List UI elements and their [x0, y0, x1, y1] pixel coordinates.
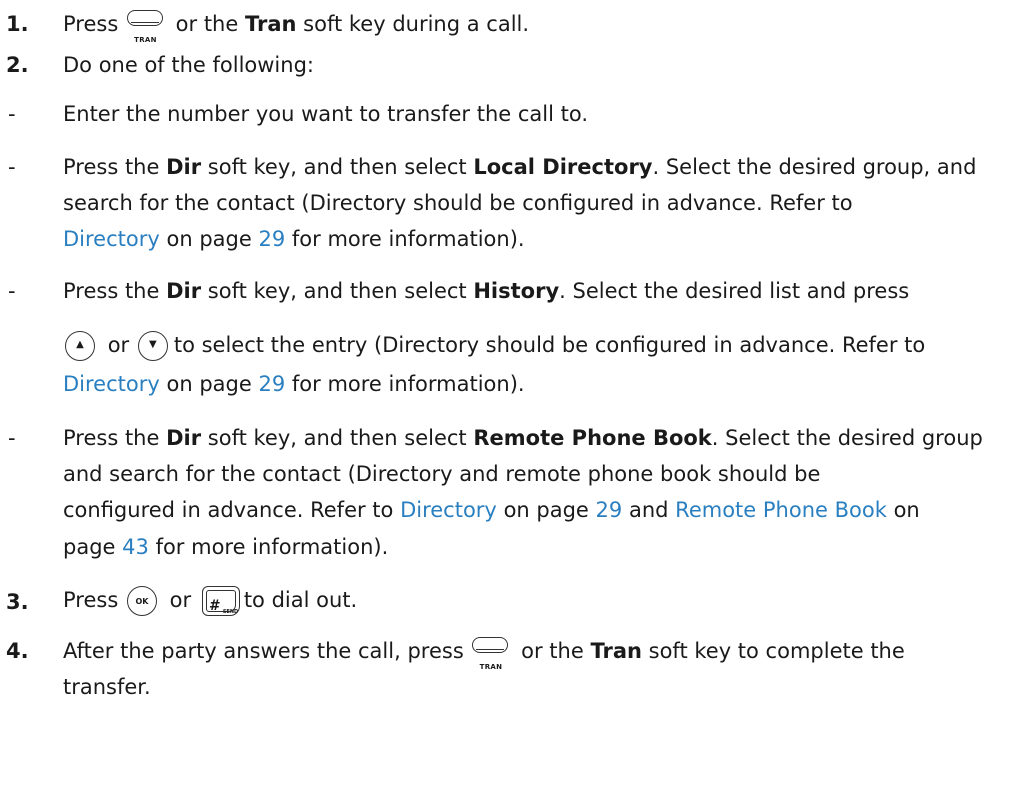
history-name: History [473, 279, 560, 303]
option-text: for more information). [291, 372, 525, 396]
dir-softkey-name: Dir [166, 155, 202, 179]
step-text: or [169, 588, 192, 612]
dir-softkey-name: Dir [166, 279, 202, 303]
tran-key-icon: TRAN [126, 10, 165, 44]
up-arrow-glyph: ▲ [76, 339, 84, 350]
option-text: and search for the contact (Directory an… [63, 462, 821, 486]
remote-phone-book-name: Remote Phone Book [473, 426, 712, 450]
directory-link[interactable]: Directory [63, 227, 160, 251]
option-text: configured in advance. Refer to [63, 498, 394, 522]
down-arrow-key-icon: ▼ [137, 331, 168, 361]
dir-softkey-name: Dir [166, 426, 202, 450]
remote-phone-book-link[interactable]: Remote Phone Book [675, 498, 887, 522]
option-text: . Select the desired group, and [652, 155, 977, 179]
page-29-link[interactable]: 29 [258, 227, 285, 251]
tran-key-label: TRAN [134, 36, 157, 44]
local-directory-name: Local Directory [473, 155, 653, 179]
directory-link[interactable]: Directory [400, 498, 497, 522]
option-text: . Select the desired list and press [559, 279, 910, 303]
bullet-dash: - [8, 155, 16, 179]
step-number: 2. [6, 53, 29, 77]
option-text: soft key, and then select [207, 279, 467, 303]
step-text: transfer. [63, 675, 151, 699]
bullet-dash: - [8, 102, 16, 126]
option-text: and [628, 498, 669, 522]
bullet-dash: - [8, 279, 16, 303]
option-text: soft key, and then select [207, 155, 467, 179]
option-text: Enter the number you want to transfer th… [63, 102, 588, 126]
option-3-line-2: ▲ or ▼ to select the entry (Directory sho… [63, 331, 925, 361]
option-text: to select the entry (Directory should be… [173, 333, 926, 357]
ok-key-icon: OK [126, 586, 157, 616]
option-text: or [107, 333, 130, 357]
directory-link[interactable]: Directory [63, 372, 160, 396]
option-text: search for the contact (Directory should… [63, 191, 853, 215]
option-text: Press the [63, 155, 160, 179]
option-text: soft key, and then select [207, 426, 467, 450]
step-number: 1. [6, 12, 29, 36]
step-text: or the [175, 12, 239, 36]
tran-key-label: TRAN [479, 663, 503, 671]
page-29-link[interactable]: 29 [258, 372, 285, 396]
hash-glyph: # [208, 598, 219, 614]
step-text: soft key to complete the [648, 639, 905, 663]
step-text: Do one of the following: [63, 53, 314, 77]
option-text: on page [503, 498, 589, 522]
tran-softkey-name: Tran [244, 12, 297, 36]
step-text: or the [521, 639, 584, 663]
tran-key-icon: TRAN [472, 637, 510, 671]
send-key-icon: # SEND [201, 586, 240, 616]
step-text: to dial out. [243, 588, 358, 612]
option-text: . Select the desired group [711, 426, 983, 450]
option-text: Press the [63, 426, 160, 450]
page-43-link[interactable]: 43 [122, 535, 149, 559]
page-29-link[interactable]: 29 [596, 498, 623, 522]
step-text: soft key during a call. [303, 12, 530, 36]
step-text: After the party answers the call, press [63, 639, 464, 663]
option-text: on page [166, 227, 252, 251]
step-text: Press [63, 588, 119, 612]
down-arrow-glyph: ▼ [149, 339, 157, 350]
option-text: page [63, 535, 116, 559]
option-text: Press the [63, 279, 160, 303]
option-text: on page [166, 372, 252, 396]
step-number: 4. [6, 639, 29, 663]
step-text: Press [63, 12, 119, 36]
option-text: for more information). [155, 535, 389, 559]
step-number: 3. [6, 590, 29, 614]
tran-softkey-name: Tran [590, 639, 642, 663]
ok-key-label: OK [135, 597, 149, 606]
send-key-label: SEND [222, 609, 239, 615]
bullet-dash: - [8, 426, 16, 450]
option-text: on [893, 498, 920, 522]
up-arrow-key-icon: ▲ [65, 331, 95, 361]
option-text: for more information). [291, 227, 525, 251]
